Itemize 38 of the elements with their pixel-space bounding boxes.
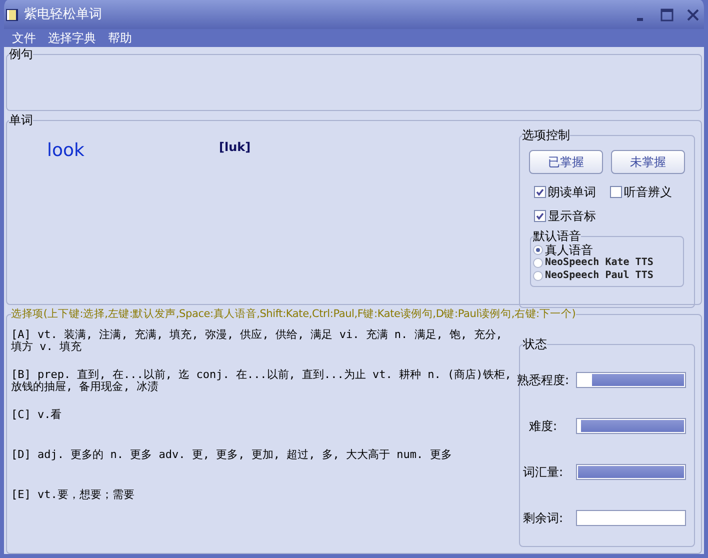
checkbox[interactable] bbox=[534, 210, 546, 222]
radio-button[interactable] bbox=[533, 244, 543, 254]
checkbox-label: 听音辨义 bbox=[624, 184, 672, 201]
meter-label: 剩余词: bbox=[522, 510, 564, 527]
menu-item[interactable]: 选择字典 bbox=[48, 29, 96, 47]
meter-label: 难度: bbox=[528, 418, 558, 435]
word-text: look bbox=[47, 139, 86, 163]
choice-item[interactable]: [E] vt.要，想要；需要 bbox=[11, 489, 516, 529]
group-label: 例句 bbox=[9, 47, 33, 61]
phonetic-text: [luk] bbox=[219, 139, 251, 156]
checkbox-label: 显示音标 bbox=[548, 208, 596, 225]
meter-label: 熟悉程度: bbox=[516, 372, 570, 389]
menu-item[interactable]: 帮助 bbox=[108, 29, 132, 47]
checkbox[interactable] bbox=[534, 186, 546, 198]
radio-label: 真人语音 bbox=[545, 242, 593, 257]
group-label: 状态 bbox=[523, 337, 547, 351]
window-title: 紫电轻松单词 bbox=[24, 6, 102, 24]
close-icon[interactable] bbox=[686, 8, 700, 22]
group-label: 默认语音 bbox=[533, 229, 581, 243]
checkbox-label: 朗读单词 bbox=[548, 184, 596, 201]
choice-item[interactable]: [A] vt. 装满, 注满, 充满, 填充, 弥漫, 供应, 供给, 满足 vi. 充满 n. 满足, 饱, 充分, 填方 v. 填充 bbox=[11, 329, 516, 369]
choice-item[interactable]: [D] adj. 更多的 n. 更多 adv. 更, 更多, 更加, 超过, 多, 大大高于 num. 更多 bbox=[11, 449, 516, 489]
maximize-icon[interactable] bbox=[660, 8, 674, 22]
meter-label: 词汇量: bbox=[522, 464, 564, 481]
option-button[interactable]: 已掌握 bbox=[529, 150, 603, 174]
radio-button[interactable] bbox=[533, 258, 543, 268]
group-label: 选项控制 bbox=[522, 128, 570, 142]
checkbox[interactable] bbox=[610, 186, 622, 198]
radio-button[interactable] bbox=[533, 270, 543, 280]
group-label: 单词 bbox=[9, 113, 33, 127]
group-label: 选择项(上下键:选择,左键:默认发声,Space:真人语音,Shift:Kate,Ctrl:Paul,F键:Kate读例句,D键:Paul读例句,右键:下一个) bbox=[11, 307, 576, 321]
radio-label: NeoSpeech Paul TTS bbox=[545, 269, 654, 283]
book-icon bbox=[4, 6, 20, 22]
option-button[interactable]: 未掌握 bbox=[611, 150, 685, 174]
choice-item[interactable]: [B] prep. 直到, 在...以前, 迄 conj. 在...以前, 直到...为止 vt. 耕种 n. (商店)铁柜, 放钱的抽屉, 备用现金, 冰渍 bbox=[11, 369, 516, 409]
menu-item[interactable]: 文件 bbox=[12, 29, 36, 47]
choice-item[interactable]: [C] v.看 bbox=[11, 409, 516, 449]
radio-label: NeoSpeech Kate TTS bbox=[545, 256, 654, 270]
